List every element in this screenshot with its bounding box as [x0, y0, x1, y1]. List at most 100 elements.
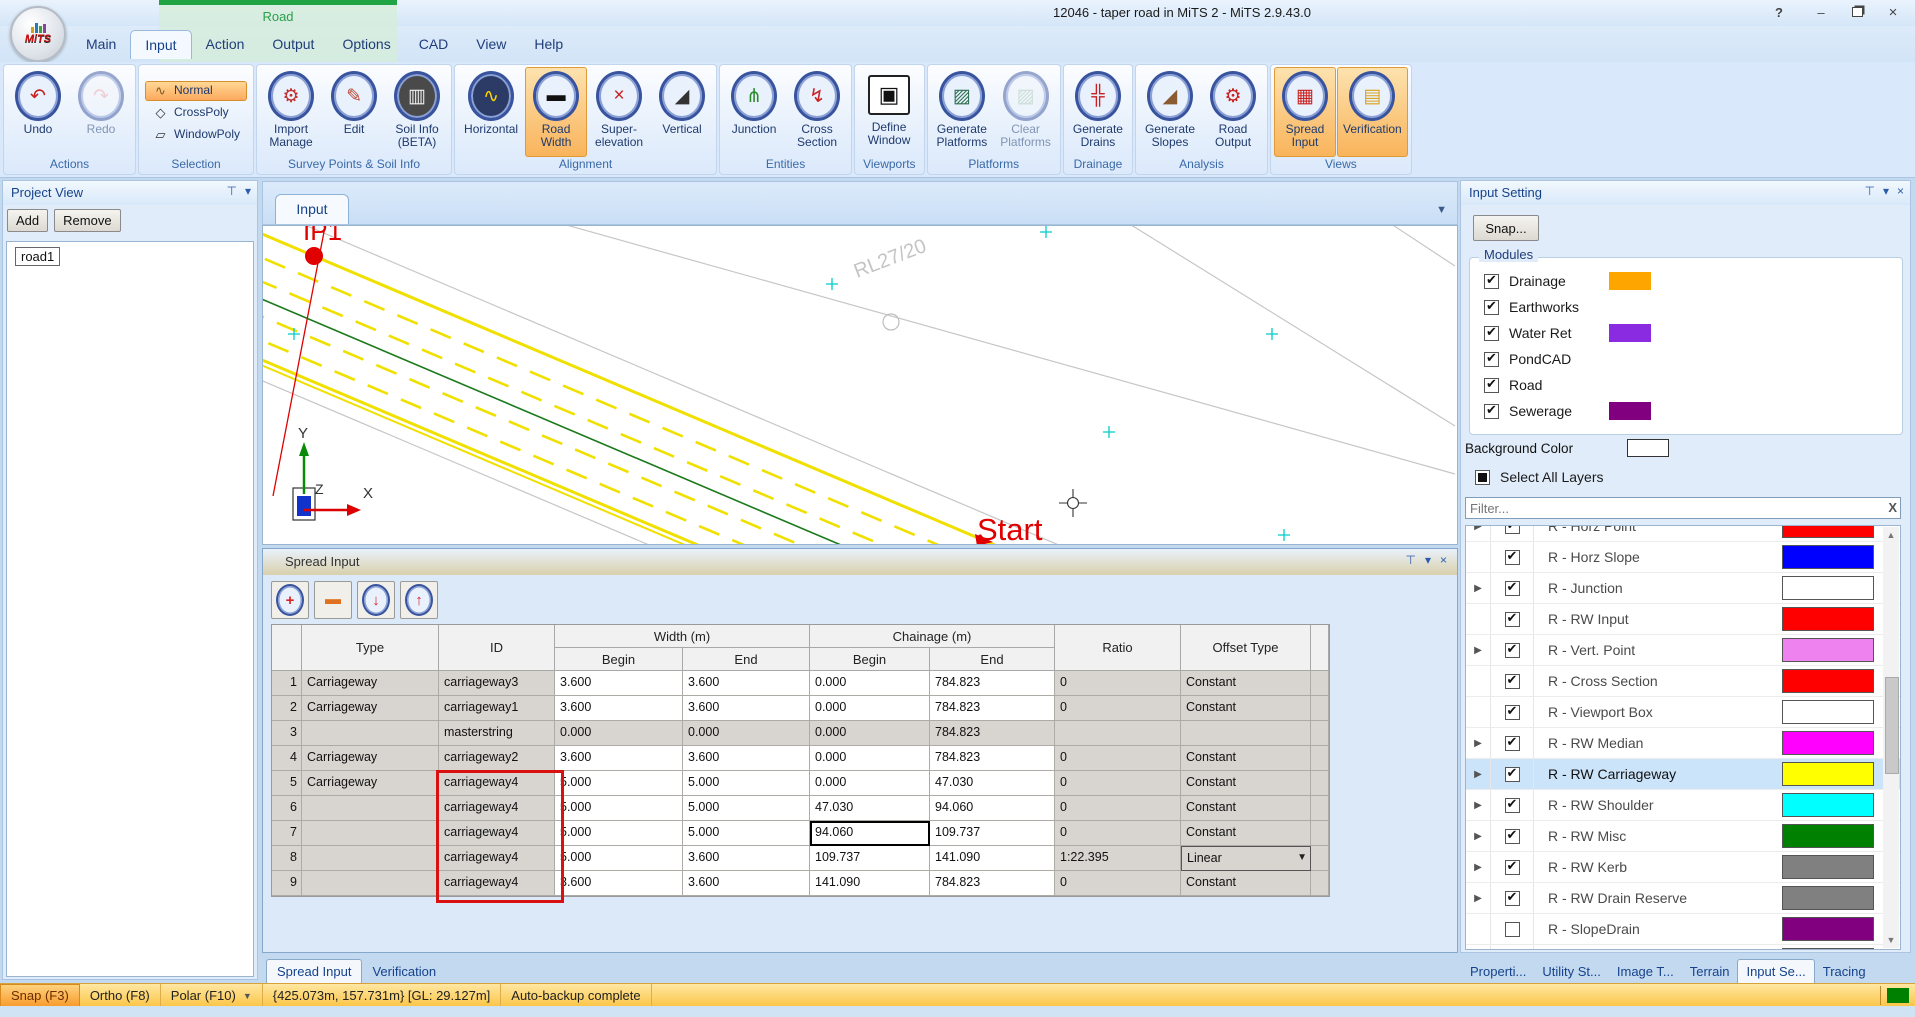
road-output-button[interactable]: ⚙RoadOutput: [1202, 67, 1264, 157]
tab-terrain[interactable]: Terrain: [1682, 960, 1738, 983]
cell-type[interactable]: [302, 846, 439, 871]
cell-id[interactable]: masterstring: [439, 721, 555, 746]
expand-arrow-icon[interactable]: ▶: [1466, 893, 1490, 904]
background-color-swatch[interactable]: [1627, 439, 1669, 457]
delete-row-button[interactable]: ▬: [314, 581, 352, 619]
tab-spread-input[interactable]: Spread Input: [266, 959, 362, 983]
horizontal-button[interactable]: ∿Horizontal: [458, 67, 524, 157]
cell-ce[interactable]: 784.823: [930, 721, 1055, 746]
cell-cb[interactable]: 0.000: [810, 746, 930, 771]
cell-offset[interactable]: Constant: [1181, 871, 1311, 896]
cell-ratio[interactable]: 0: [1055, 696, 1181, 721]
generate-drains-button[interactable]: ╬GenerateDrains: [1067, 67, 1129, 157]
message[interactable]: Auto-backup complete: [501, 984, 651, 1007]
snap-settings-button[interactable]: Snap...: [1473, 215, 1539, 241]
module-color-swatch[interactable]: [1609, 402, 1651, 420]
add-row-button[interactable]: +: [271, 581, 309, 619]
cell-num[interactable]: 6: [272, 796, 302, 821]
polar-toggle[interactable]: Polar (F10)▼: [161, 984, 263, 1007]
define-window-button[interactable]: ▣DefineWindow: [858, 67, 920, 157]
layer-visibility-checkbox[interactable]: [1505, 767, 1520, 782]
cell-offset[interactable]: Constant: [1181, 796, 1311, 821]
module-checkbox[interactable]: [1484, 326, 1499, 341]
layer-color-swatch[interactable]: [1782, 731, 1874, 755]
layer-visibility-checkbox[interactable]: [1505, 922, 1520, 937]
layer-row[interactable]: [1466, 945, 1900, 950]
cell-num[interactable]: 3: [272, 721, 302, 746]
close-icon[interactable]: ×: [1878, 3, 1908, 22]
junction-button[interactable]: ⋔Junction: [723, 67, 785, 157]
coordinates[interactable]: {425.073m, 157.731m} [GL: 29.127m]: [263, 984, 502, 1007]
tab-verification[interactable]: Verification: [362, 960, 446, 983]
expand-arrow-icon[interactable]: ▶: [1466, 800, 1490, 811]
cell-ce[interactable]: 784.823: [930, 671, 1055, 696]
cell-wb[interactable]: 3.600: [555, 871, 683, 896]
move-row-up-button[interactable]: ↑: [400, 581, 438, 619]
layer-visibility-checkbox[interactable]: [1505, 736, 1520, 751]
layer-visibility-checkbox[interactable]: [1505, 891, 1520, 906]
cell-offset[interactable]: Constant: [1181, 746, 1311, 771]
cross-section-button[interactable]: ↯CrossSection: [786, 67, 848, 157]
cell-wb[interactable]: 5.000: [555, 821, 683, 846]
layer-visibility-checkbox[interactable]: [1505, 643, 1520, 658]
cell-ratio[interactable]: [1055, 721, 1181, 746]
layer-row-r-cross-section[interactable]: R - Cross Section: [1466, 666, 1900, 697]
tabstrip-chevron-down-icon[interactable]: ▼: [1436, 204, 1447, 216]
tab-options[interactable]: Options: [328, 30, 404, 58]
layer-row-r-rw-carriageway[interactable]: ▶R - RW Carriageway: [1466, 759, 1900, 790]
generate-platforms-button[interactable]: ▨GeneratePlatforms: [931, 67, 994, 157]
cell-we[interactable]: 3.600: [683, 846, 810, 871]
cell-we[interactable]: 0.000: [683, 721, 810, 746]
cell-ratio[interactable]: 0: [1055, 821, 1181, 846]
layer-visibility-checkbox[interactable]: [1505, 581, 1520, 596]
expand-arrow-icon[interactable]: ▶: [1466, 525, 1490, 532]
cell-ratio[interactable]: 0: [1055, 746, 1181, 771]
layer-row-r-viewport-box[interactable]: R - Viewport Box: [1466, 697, 1900, 728]
expand-arrow-icon[interactable]: ▶: [1466, 645, 1490, 656]
scroll-up-icon[interactable]: ▲: [1883, 527, 1899, 543]
layer-row-r-horz-point[interactable]: ▶R - Horz Point: [1466, 525, 1900, 542]
cell-offset[interactable]: Constant: [1181, 671, 1311, 696]
cell-id[interactable]: carriageway2: [439, 746, 555, 771]
layer-visibility-checkbox[interactable]: [1505, 860, 1520, 875]
cell-cb[interactable]: 94.060: [810, 821, 930, 846]
cell-num[interactable]: 2: [272, 696, 302, 721]
cell-we[interactable]: 3.600: [683, 871, 810, 896]
cell-we[interactable]: 5.000: [683, 796, 810, 821]
pin-icon[interactable]: ⊤: [1406, 553, 1416, 567]
cell-ratio[interactable]: 0: [1055, 771, 1181, 796]
expand-arrow-icon[interactable]: ▶: [1466, 769, 1490, 780]
add-button[interactable]: Add: [7, 209, 48, 232]
help-icon[interactable]: ?: [1764, 3, 1794, 22]
cell-ratio[interactable]: 0: [1055, 796, 1181, 821]
layer-visibility-checkbox[interactable]: [1505, 550, 1520, 565]
tab-image-t[interactable]: Image T...: [1609, 960, 1682, 983]
layer-color-swatch[interactable]: [1782, 948, 1874, 950]
tab-output[interactable]: Output: [258, 30, 328, 58]
layer-color-swatch[interactable]: [1782, 669, 1874, 693]
layer-visibility-checkbox[interactable]: [1505, 798, 1520, 813]
tab-cad[interactable]: CAD: [405, 30, 463, 58]
cell-wb[interactable]: 5.000: [555, 846, 683, 871]
cell-ce[interactable]: 94.060: [930, 796, 1055, 821]
tab-input-view[interactable]: Input: [275, 194, 349, 224]
cell-id[interactable]: carriageway4: [439, 821, 555, 846]
module-checkbox[interactable]: [1484, 352, 1499, 367]
cell-type[interactable]: Carriageway: [302, 746, 439, 771]
layer-row-r-rw-input[interactable]: R - RW Input: [1466, 604, 1900, 635]
chevron-down-icon[interactable]: ▾: [245, 184, 251, 198]
cell-id[interactable]: carriageway3: [439, 671, 555, 696]
tab-action[interactable]: Action: [192, 30, 259, 58]
layer-row-r-vert-point[interactable]: ▶R - Vert. Point: [1466, 635, 1900, 666]
cell-id[interactable]: carriageway4: [439, 871, 555, 896]
cell-cb[interactable]: 141.090: [810, 871, 930, 896]
close-icon[interactable]: ×: [1897, 184, 1904, 198]
expand-arrow-icon[interactable]: ▶: [1466, 738, 1490, 749]
layer-visibility-checkbox[interactable]: [1505, 705, 1520, 720]
cell-id[interactable]: carriageway4: [439, 771, 555, 796]
cell-num[interactable]: 4: [272, 746, 302, 771]
cell-we[interactable]: 5.000: [683, 771, 810, 796]
soil-info-button[interactable]: ▥Soil Info(BETA): [386, 67, 448, 157]
cell-offset[interactable]: Constant: [1181, 821, 1311, 846]
expand-arrow-icon[interactable]: ▶: [1466, 831, 1490, 842]
